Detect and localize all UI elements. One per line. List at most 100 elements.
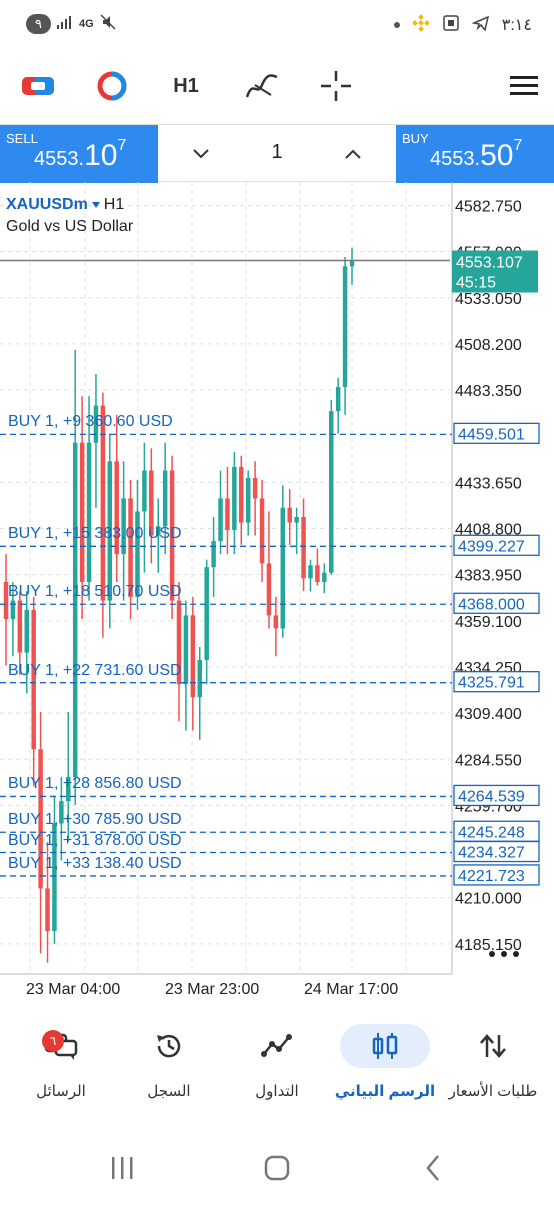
buy-price-sup: 7 [513,137,523,154]
caret-down-icon [91,202,100,208]
telegram-icon [471,14,490,36]
order-text-label: BUY 1, +31 878.00 USD [8,831,182,849]
candle-body [259,498,265,564]
buy-price: 4553.507 [430,137,523,173]
timeframe-label: H1 [173,74,199,97]
sell-price: 4553.107 [34,137,126,173]
symbol-description: Gold vs US Dollar [6,218,134,235]
menu-button[interactable] [494,56,554,116]
sell-button[interactable]: SELL 4553.107 [0,125,158,183]
objects-button[interactable] [232,56,292,116]
candle-body [245,478,251,523]
order-price-label: 4325.791 [458,675,525,692]
order-text-label: BUY 1, +30 785.90 USD [8,811,182,829]
sell-price-big: 10 [84,139,118,172]
clock-time: ٣:١٤ [501,17,532,34]
candle-body [342,266,348,387]
nav-chart[interactable]: الرسم البياني [330,1012,440,1112]
price-chart[interactable]: 4582.7504557.9004533.0504508.2004483.350… [0,182,554,1004]
nav-trade[interactable]: التداول [222,1012,332,1112]
one-click-trading-button[interactable] [8,56,68,116]
status-bar: ٩ 4G ٣:١٤ [0,0,554,52]
drawing-tools-icon [245,74,278,98]
quotes-icon-wrap [448,1024,538,1068]
lot-increase-button[interactable] [336,137,370,171]
more-dots-icon[interactable] [489,951,495,957]
more-dots-icon[interactable] [513,951,519,957]
y-axis-tick-label: 4284.550 [455,752,522,769]
candle-body [211,541,216,568]
hamburger-menu-icon [510,76,538,95]
lot-decrease-button[interactable] [184,137,218,171]
candle-body [79,442,85,582]
candle-body [142,470,147,512]
lot-size[interactable]: 1 [262,141,292,164]
candle-body [273,615,279,629]
order-price-label: 4399.227 [458,538,525,555]
symbol-title[interactable]: XAUUSDm H1 [6,196,124,214]
y-axis-tick-label: 4533.050 [455,291,522,308]
candle-body [183,615,189,685]
messages-badge: ٦ [42,1030,64,1052]
y-axis-tick-label: 4309.400 [455,706,522,723]
crosshair-icon [321,71,351,101]
order-price-label: 4368.000 [458,596,525,613]
order-price-label: 4264.539 [458,788,525,805]
order-text-label: BUY 1, +22 731.60 USD [8,661,182,679]
candle-countdown-label: 45:15 [456,275,496,292]
candlestick-icon [372,1033,398,1059]
x-axis-tick-label: 23 Mar 04:00 [26,981,120,998]
x-axis-tick-label: 24 Mar 17:00 [304,981,398,998]
chart-icon-wrap [340,1024,430,1068]
home-icon[interactable] [264,1155,290,1181]
nav-history-label: السجل [147,1083,191,1100]
nav-history[interactable]: السجل [114,1012,224,1112]
y-axis-tick-label: 4508.200 [455,337,522,354]
candle-body [45,888,50,932]
chevron-up-icon [345,149,361,159]
candle-body [10,600,16,620]
candle-body [24,609,30,653]
more-dots-icon[interactable] [501,951,507,957]
timeframe-button[interactable]: H1 [156,56,216,116]
candle-body [252,478,258,499]
symbol-name: XAUUSDm [6,196,88,213]
candle-body [328,411,334,573]
candle-body [301,517,306,579]
quotes-arrows-icon [480,1034,506,1058]
order-text-label: BUY 1, +33 138.40 USD [8,854,182,872]
symbol-timeframe: H1 [103,196,125,213]
candle-body [349,260,355,267]
history-icon [157,1034,181,1058]
candle-body [86,442,92,582]
system-navigation-bar [0,1140,554,1200]
order-price-label: 4234.327 [458,845,525,862]
order-text-label: BUY 1, +15 383.00 USD [8,525,182,543]
back-icon[interactable] [426,1155,439,1181]
mute-icon [100,14,116,34]
history-icon-wrap [124,1024,214,1068]
buy-price-big: 50 [480,139,514,172]
crosshair-button[interactable] [306,56,366,116]
nav-quotes[interactable]: طلبات الأسعار [438,1012,548,1112]
y-axis-tick-label: 4210.000 [455,891,522,908]
order-text-label: BUY 1, +18 510.70 USD [8,583,182,601]
candle-body [308,565,313,579]
candle-body [239,466,244,523]
candle-body [17,600,23,653]
candle-body [280,507,286,629]
nav-messages[interactable]: ٦ الرسائل [6,1012,116,1112]
buy-price-main: 4553. [430,148,481,170]
recent-apps-icon[interactable] [112,1157,133,1179]
candle-body [287,507,292,523]
system-nav-canvas [112,1155,439,1181]
signal-icon [56,15,73,33]
trade-icon-wrap [232,1024,322,1068]
y-axis-tick-label: 4433.650 [455,475,522,492]
buy-button[interactable]: BUY 4553.507 [396,125,554,183]
sell-price-main: 4553. [34,148,85,170]
candle-body [197,660,203,698]
candle-body [190,615,196,698]
chevron-down-icon [193,149,209,159]
indicators-button[interactable] [82,56,142,116]
